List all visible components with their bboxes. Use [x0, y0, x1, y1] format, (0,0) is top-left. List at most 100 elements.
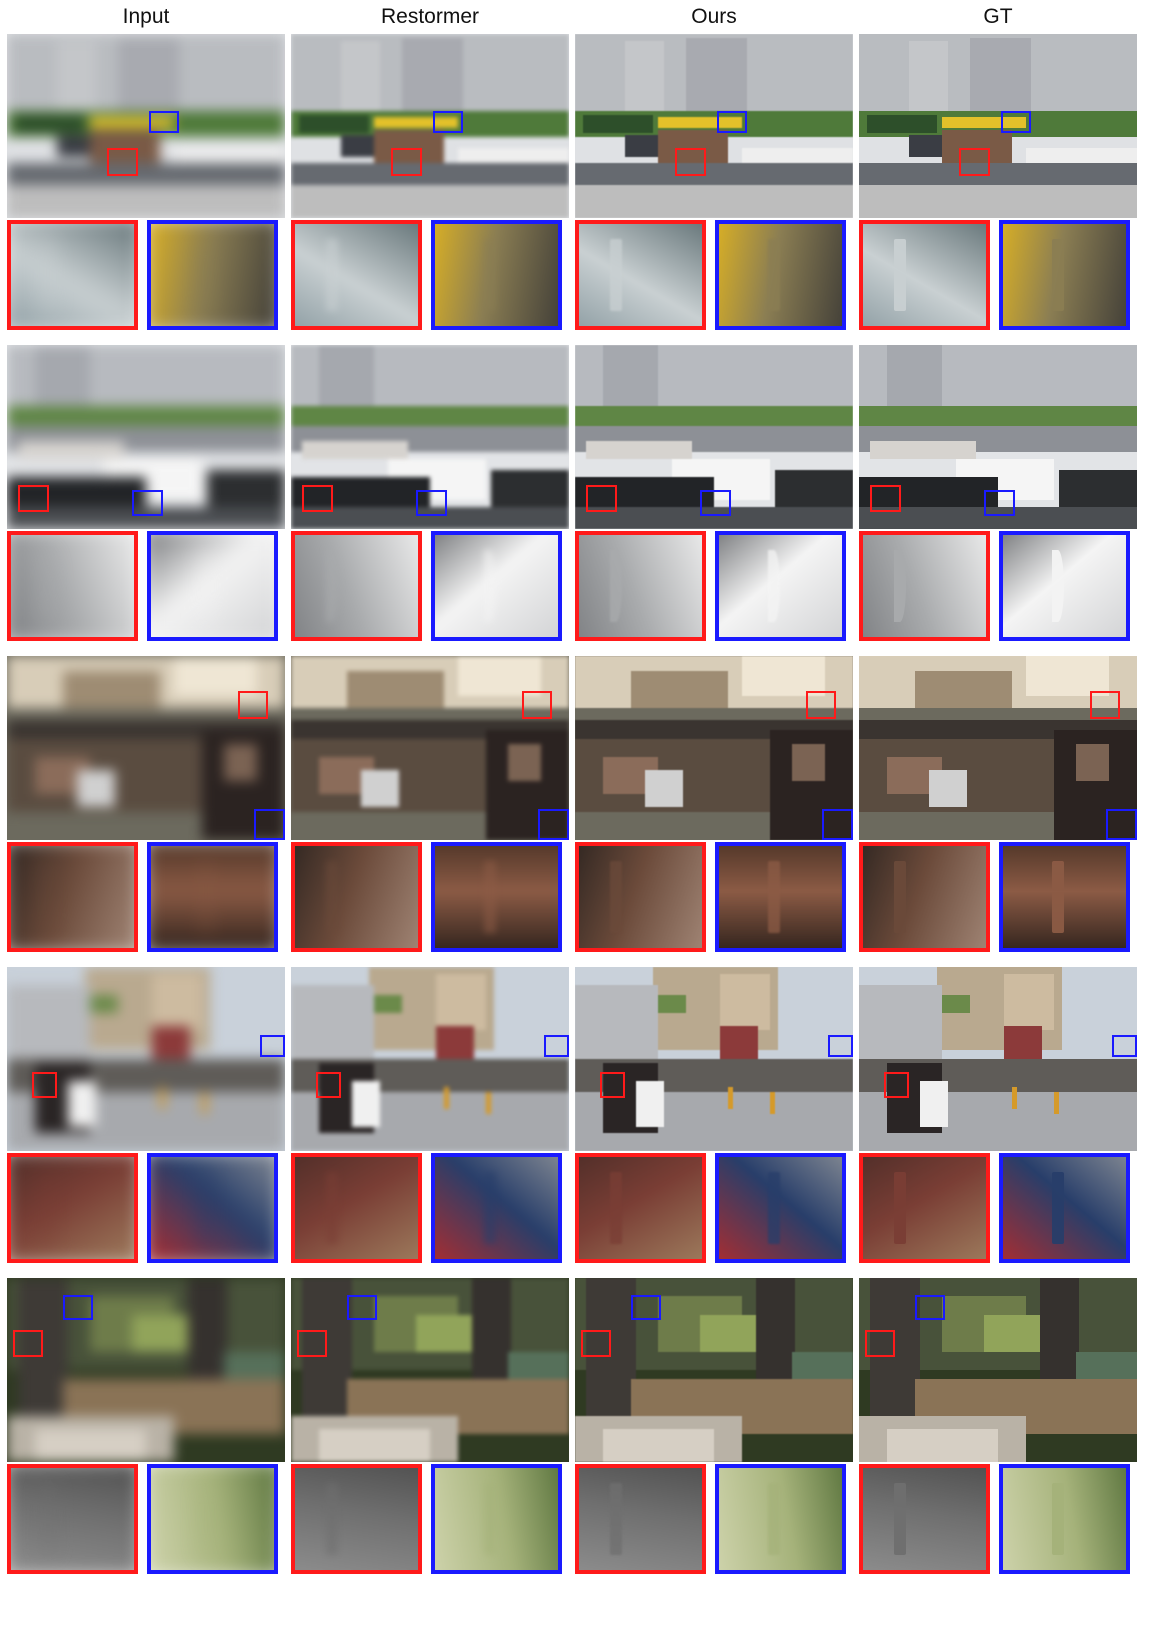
red-crop-hair-clip [291, 842, 422, 952]
scene-content [859, 1278, 1137, 1462]
scene-region [719, 1025, 759, 1059]
blue-zoom-box [346, 1294, 378, 1321]
scene-image-tree-park [7, 1278, 285, 1462]
scene-content [859, 967, 1137, 1151]
scene-region [485, 1092, 492, 1115]
red-zoom-box [805, 690, 837, 719]
blue-crop-red-stripe-shirt [431, 1153, 562, 1263]
scene-image-parked-cars [575, 345, 853, 529]
scene-image-parked-cars [7, 345, 285, 529]
crop-detail [41, 239, 55, 311]
crop-content [11, 1468, 134, 1570]
scene-content [7, 656, 285, 840]
red-crop-hair-clip [859, 842, 990, 952]
scene-region [416, 1314, 472, 1352]
scene-region [132, 1314, 188, 1352]
crop-content [11, 224, 134, 326]
crop-content [719, 846, 842, 948]
red-crop-patterned-shirt [575, 1153, 706, 1263]
scene-region [151, 1025, 191, 1059]
scene-region [7, 184, 285, 218]
scene-region [636, 1081, 664, 1128]
scene-image-plaza-crowd [7, 967, 285, 1151]
crop-detail [893, 1172, 907, 1244]
red-crop-car-roof-edge [575, 531, 706, 641]
blue-crop-yellow-sign [715, 220, 846, 330]
crop-detail [1052, 239, 1065, 311]
crop-content [579, 224, 702, 326]
scene-region [201, 1092, 208, 1115]
scene-region [68, 1081, 96, 1128]
crop-detail [484, 861, 497, 933]
red-zoom-box [32, 1071, 58, 1098]
red-zoom-box [600, 1071, 626, 1098]
red-crop-kiosk-window [859, 220, 990, 330]
crop-content [719, 224, 842, 326]
scene-region [859, 985, 943, 1059]
blue-crop-side-mirror [431, 531, 562, 641]
scene-image-street-bus-stop [859, 34, 1137, 218]
scene-image-tree-park [575, 1278, 853, 1462]
scene-region [775, 470, 853, 511]
scene-region [970, 37, 1032, 112]
red-zoom-box [675, 148, 706, 176]
crop-detail [484, 1172, 497, 1244]
blue-zoom-box [716, 111, 748, 134]
scene-region [700, 1314, 756, 1352]
blue-zoom-box [432, 111, 464, 134]
scene-region [318, 1428, 430, 1462]
red-crop-car-roof-edge [7, 531, 138, 641]
scene-region [318, 345, 375, 412]
red-crop-kiosk-window [291, 220, 422, 330]
scene-region [769, 1092, 776, 1115]
crop-detail [609, 1483, 623, 1555]
scene-region [491, 470, 569, 511]
blue-zoom-box [538, 808, 569, 840]
crop-content [151, 535, 274, 637]
crop-content [295, 224, 418, 326]
crop-content [151, 1468, 274, 1570]
scene-region [909, 41, 948, 112]
crop-detail [609, 239, 623, 311]
crop-detail [200, 239, 213, 311]
scene-region [207, 470, 285, 511]
crop-detail [41, 550, 55, 622]
blue-crop-yellow-sign [431, 220, 562, 330]
blue-crop-red-stripe-shirt [147, 1153, 278, 1263]
scene-region [223, 744, 258, 782]
blue-crop-leaves [431, 1464, 562, 1574]
crop-detail [609, 1172, 623, 1244]
scene-region [291, 184, 569, 218]
crop-detail [609, 861, 623, 933]
blue-crop-face [431, 842, 562, 952]
crop-content [579, 535, 702, 637]
crop-content [1003, 846, 1126, 948]
scene-region [727, 1086, 734, 1109]
crop-content [435, 1468, 558, 1570]
crop-detail [1052, 1172, 1065, 1244]
blue-crop-leaves [147, 1464, 278, 1574]
scene-content [575, 656, 853, 840]
red-zoom-box [1089, 690, 1121, 719]
red-crop-hair-clip [575, 842, 706, 952]
blue-zoom-box [827, 1035, 853, 1058]
blue-zoom-box [630, 1294, 662, 1321]
red-crop-tree-bark [859, 1464, 990, 1574]
crop-detail [325, 550, 339, 622]
crop-detail [768, 1172, 781, 1244]
scene-region [374, 994, 403, 1013]
scene-image-plaza-crowd [859, 967, 1137, 1151]
crop-detail [768, 239, 781, 311]
red-zoom-box [18, 484, 49, 513]
scene-region [1003, 1025, 1043, 1059]
crop-detail [41, 1172, 55, 1244]
crop-content [719, 1157, 842, 1259]
scene-content [575, 967, 853, 1151]
red-crop-kiosk-window [575, 220, 706, 330]
red-crop-patterned-shirt [291, 1153, 422, 1263]
crop-detail [609, 550, 623, 622]
blue-crop-face [715, 842, 846, 952]
crop-content [579, 846, 702, 948]
red-crop-patterned-shirt [7, 1153, 138, 1263]
crop-content [863, 1157, 986, 1259]
